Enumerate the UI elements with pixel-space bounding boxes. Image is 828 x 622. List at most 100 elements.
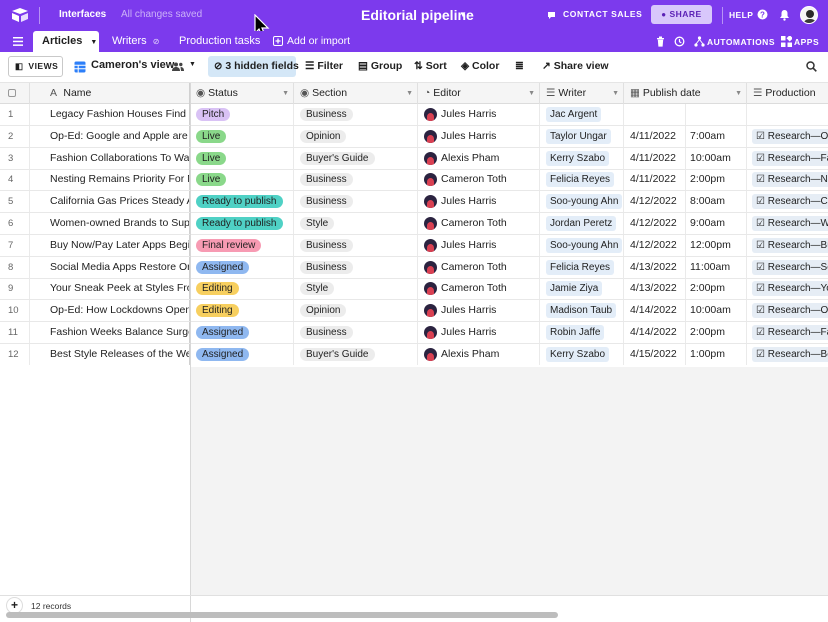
chevron-down-icon[interactable]: ▼ <box>189 61 196 68</box>
section-cell[interactable]: Business <box>294 322 418 343</box>
writer-cell[interactable]: Soo-young Ahn <box>540 191 624 213</box>
section-cell[interactable]: Style <box>294 213 418 234</box>
name-cell[interactable]: Buy Now/Pay Later Apps Begin... <box>30 234 190 256</box>
writer-cell[interactable]: Robin Jaffe <box>540 322 624 343</box>
status-cell[interactable]: Ready to publish <box>190 213 294 234</box>
editor-cell[interactable]: Cameron Toth <box>418 278 540 300</box>
publish-date-cell[interactable]: 4/13/2022 <box>624 256 686 278</box>
chevron-down-icon[interactable]: ▼ <box>735 83 742 104</box>
publish-time-cell[interactable]: 1:00pm <box>686 343 747 365</box>
notifications-bell-icon[interactable] <box>779 9 790 21</box>
table-row[interactable]: 6 Women-owned Brands to Supp... Ready to p… <box>0 213 828 235</box>
publish-time-cell[interactable] <box>686 104 747 125</box>
status-cell[interactable]: Assigned <box>190 322 294 343</box>
table-row[interactable]: 12 Best Style Releases of the Week Assigne… <box>0 343 828 366</box>
column-header-editor[interactable]: ◔ Editor ▼ <box>418 83 540 104</box>
editor-cell[interactable]: Jules Harris <box>418 322 540 343</box>
publish-time-cell[interactable]: 2:00pm <box>686 278 747 300</box>
filter-button[interactable]: ☰ Filter <box>305 56 343 77</box>
horizontal-scrollbar[interactable] <box>6 612 558 618</box>
writer-cell[interactable]: Madison Taub <box>540 300 624 322</box>
column-header-writer[interactable]: ☰ Writer ▼ <box>540 83 624 104</box>
name-cell[interactable]: Your Sneak Peek at Styles Fro... <box>30 278 190 300</box>
section-cell[interactable]: Buyer's Guide <box>294 343 418 365</box>
production-tasks-cell[interactable]: ☑ Research—Nest <box>747 169 828 190</box>
publish-time-cell[interactable]: 10:00am <box>686 147 747 169</box>
writer-cell[interactable]: Jac Argent <box>540 104 624 125</box>
table-row[interactable]: 7 Buy Now/Pay Later Apps Begin... Final re… <box>0 234 828 257</box>
section-cell[interactable]: Business <box>294 169 418 191</box>
app-logo-icon[interactable] <box>11 7 29 23</box>
column-header-status[interactable]: ◉ Status ▼ <box>190 83 294 104</box>
help-icon[interactable]: ? <box>757 9 768 20</box>
production-tasks-cell[interactable]: ☑ Research—Won <box>747 213 828 234</box>
select-all-checkbox[interactable] <box>0 83 30 104</box>
table-row[interactable]: 11Fashion Weeks Balance Surge i... Assign… <box>0 322 828 344</box>
production-tasks-cell[interactable]: ☑ Research—Best <box>747 344 828 365</box>
publish-time-cell[interactable]: 12:00pm <box>686 234 747 256</box>
production-tasks-cell[interactable]: ☑ Research—Soci <box>747 257 828 278</box>
publish-date-cell[interactable]: 4/11/2022 <box>624 147 686 169</box>
tab-articles[interactable]: Articles ▼ <box>33 31 99 52</box>
section-cell[interactable]: Style <box>294 278 418 300</box>
publish-date-cell[interactable]: 4/11/2022 <box>624 125 686 147</box>
writer-cell[interactable]: Kerry Szabo <box>540 147 624 169</box>
status-cell[interactable]: Editing <box>190 300 294 322</box>
chevron-down-icon[interactable]: ▼ <box>90 39 97 46</box>
section-cell[interactable]: Business <box>294 256 418 278</box>
editor-cell[interactable]: Jules Harris <box>418 234 540 256</box>
table-row[interactable]: 3 Fashion Collaborations To Wat... Live Buy… <box>0 147 828 170</box>
publish-date-cell[interactable]: 4/11/2022 <box>624 169 686 191</box>
publish-date-cell[interactable]: 4/12/2022 <box>624 191 686 213</box>
table-row[interactable]: 8 Social Media Apps Restore Ori... Assigne… <box>0 256 828 279</box>
status-cell[interactable]: Final review <box>190 234 294 256</box>
menu-icon[interactable] <box>13 37 23 46</box>
share-button[interactable]: ● SHARE <box>651 5 712 24</box>
writer-cell[interactable]: Felicia Reyes <box>540 169 624 191</box>
publish-date-cell[interactable]: 4/14/2022 <box>624 322 686 343</box>
name-cell[interactable]: Women-owned Brands to Supp... <box>30 213 190 234</box>
editor-cell[interactable]: Alexis Pham <box>418 147 540 169</box>
name-cell[interactable]: California Gas Prices Steady A... <box>30 191 190 213</box>
trash-icon[interactable] <box>656 36 665 47</box>
production-tasks-cell[interactable] <box>747 104 828 125</box>
status-cell[interactable]: Editing <box>190 278 294 300</box>
name-cell[interactable]: Best Style Releases of the Week <box>30 343 190 365</box>
add-or-import-button[interactable]: Add or import <box>287 35 350 47</box>
column-header-production-tasks[interactable]: ☰ Production tasks <box>747 83 828 104</box>
publish-date-cell[interactable]: 4/12/2022 <box>624 213 686 234</box>
status-cell[interactable]: Live <box>190 125 294 147</box>
status-cell[interactable]: Ready to publish <box>190 191 294 213</box>
production-tasks-cell[interactable]: ☑ Research—Op-E <box>747 300 828 321</box>
writer-cell[interactable]: Jamie Ziya <box>540 278 624 300</box>
table-row[interactable]: 4 Nesting Remains Priority For M... Live Bu… <box>0 169 828 192</box>
chevron-down-icon[interactable]: ▼ <box>528 83 535 104</box>
tab-production-tasks[interactable]: Production tasks <box>170 31 269 52</box>
interfaces-link[interactable]: Interfaces <box>59 9 106 20</box>
name-cell[interactable]: Fashion Collaborations To Wat... <box>30 147 190 169</box>
status-cell[interactable]: Live <box>190 169 294 191</box>
row-height-button[interactable]: ≣ <box>515 56 524 77</box>
writer-cell[interactable]: Jordan Peretz <box>540 213 624 234</box>
publish-time-cell[interactable]: 7:00am <box>686 125 747 147</box>
production-tasks-cell[interactable]: ☑ Research—Fash <box>747 322 828 343</box>
color-button[interactable]: ◈ Color <box>461 56 499 77</box>
section-cell[interactable]: Business <box>294 191 418 213</box>
chevron-down-icon[interactable]: ▼ <box>282 83 289 104</box>
editor-cell[interactable]: Jules Harris <box>418 300 540 322</box>
editor-cell[interactable]: Jules Harris <box>418 125 540 147</box>
name-cell[interactable]: Fashion Weeks Balance Surge i... <box>30 322 190 343</box>
section-cell[interactable]: Opinion <box>294 125 418 147</box>
name-cell[interactable]: Op-Ed: Google and Apple are S... <box>30 125 190 147</box>
user-avatar[interactable] <box>800 6 818 24</box>
chevron-down-icon[interactable]: ▼ <box>406 83 413 104</box>
editor-cell[interactable]: Jules Harris <box>418 104 540 125</box>
production-tasks-cell[interactable]: ☑ Research—Buy <box>747 235 828 256</box>
table-row[interactable]: 5 California Gas Prices Steady A... Ready … <box>0 191 828 214</box>
table-row[interactable]: 10Op-Ed: How Lockdowns Opene... Editing Op… <box>0 300 828 323</box>
publish-date-cell[interactable]: 4/15/2022 <box>624 343 686 365</box>
publish-date-cell[interactable]: 4/13/2022 <box>624 278 686 300</box>
name-cell[interactable]: Social Media Apps Restore Ori... <box>30 256 190 278</box>
production-tasks-cell[interactable]: ☑ Research—Op-E <box>747 126 828 147</box>
sort-button[interactable]: ⇅ Sort <box>414 56 447 77</box>
